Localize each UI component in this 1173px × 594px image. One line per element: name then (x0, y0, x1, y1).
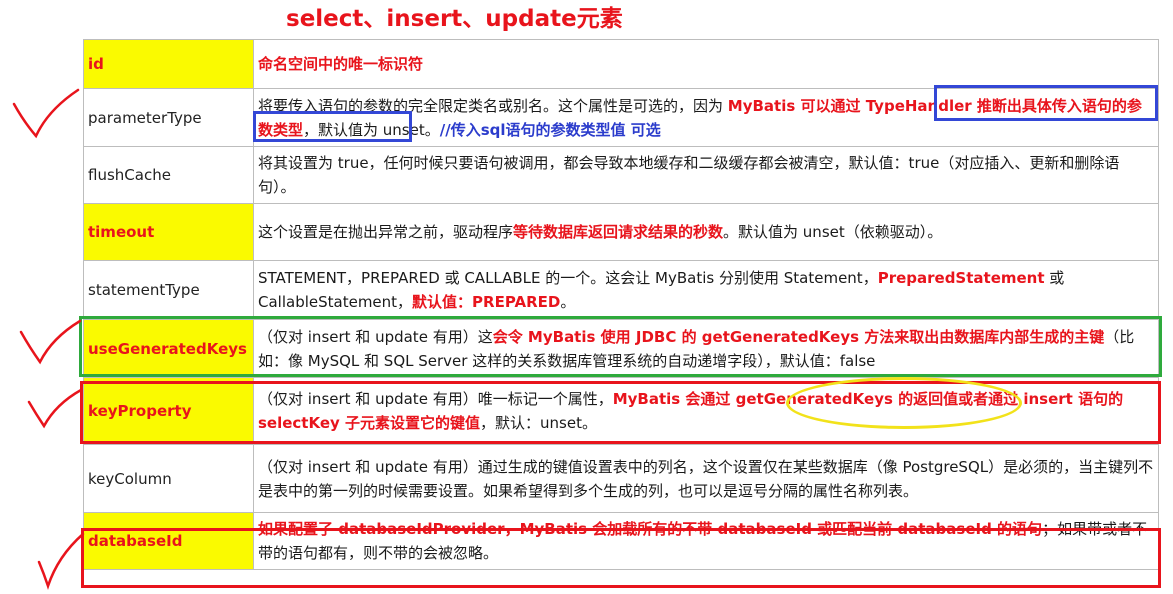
table-row: useGeneratedKeys （仅对 insert 和 update 有用）这… (83, 319, 1159, 378)
checkmark-icon (12, 88, 80, 139)
attribute-table: id 命名空间中的唯一标识符 parameterType 将要传入语句的参数的完全限定… (83, 39, 1159, 570)
attribute-name: id (83, 39, 254, 89)
attribute-name: parameterType (83, 88, 254, 147)
attribute-name: timeout (83, 203, 254, 261)
description-segment: ，默认：unset。 (480, 414, 597, 432)
checkmark-icon (37, 532, 85, 590)
table-row: flushCache 将其设置为 true，任何时候只要语句被调用，都会导致本地缓… (83, 146, 1159, 204)
attribute-name: keyProperty (83, 377, 254, 445)
page-title: select、insert、update元素 (286, 6, 623, 32)
table-row: id 命名空间中的唯一标识符 (83, 39, 1159, 89)
description-segment: （仅对 insert 和 update 有用）这 (258, 327, 493, 346)
description-segment: PreparedStatement (877, 269, 1045, 287)
table-row: keyProperty （仅对 insert 和 update 有用）唯一标记一个… (83, 377, 1159, 445)
description-segment: //传入sql语句的参数类型值 可选 (439, 120, 661, 139)
attribute-description: 将要传入语句的参数的完全限定类名或别名。这个属性是可选的，因为 MyBatis … (253, 88, 1159, 147)
description-segment: （仅对 insert 和 update 有用）唯一标记一个属性， (258, 390, 613, 408)
description-segment: （仅对 insert 和 update 有用）通过生成的键值设置表中的列名，这个… (258, 457, 1154, 500)
description-segment: 。默认值为 unset（依赖驱动）。 (723, 223, 943, 241)
description-segment: 将要传入语句的参数的完全限定类名或别名。这个属性是可选的，因为 (258, 96, 728, 115)
attribute-description: 将其设置为 true，任何时候只要语句被调用，都会导致本地缓存和二级缓存都会被清… (253, 146, 1159, 204)
attribute-description: （仅对 insert 和 update 有用）通过生成的键值设置表中的列名，这个… (253, 444, 1159, 513)
attribute-name: useGeneratedKeys (83, 319, 254, 378)
attribute-description: 如果配置了 databaseIdProvider，MyBatis 会加载所有的不… (253, 512, 1159, 570)
description-segment: 命名空间中的唯一标识符 (258, 55, 424, 73)
attribute-description: 命名空间中的唯一标识符 (253, 39, 1159, 89)
description-segment: 默认值：PREPARED (412, 293, 561, 311)
attribute-name: keyColumn (83, 444, 254, 513)
attribute-name: statementType (83, 260, 254, 320)
description-segment: 如果配置了 databaseIdProvider，MyBatis 会加载所有的不… (258, 520, 1043, 538)
description-segment: 。 (560, 293, 576, 311)
attribute-description: （仅对 insert 和 update 有用）这会令 MyBatis 使用 JD… (253, 319, 1159, 378)
attribute-description: 这个设置是在抛出异常之前，驱动程序等待数据库返回请求结果的秒数。默认值为 uns… (253, 203, 1159, 261)
table-row: databaseId 如果配置了 databaseIdProvider，MyBat… (83, 512, 1159, 570)
attribute-name: databaseId (83, 512, 254, 570)
attribute-table-body: id 命名空间中的唯一标识符 parameterType 将要传入语句的参数的完全限定… (83, 39, 1159, 570)
table-row: timeout 这个设置是在抛出异常之前，驱动程序等待数据库返回请求结果的秒数。默… (83, 203, 1159, 261)
attribute-description: （仅对 insert 和 update 有用）唯一标记一个属性，MyBatis … (253, 377, 1159, 445)
description-segment: 会令 MyBatis 使用 JDBC 的 getGeneratedKeys 方法… (492, 327, 1105, 346)
table-row: keyColumn （仅对 insert 和 update 有用）通过生成的键值设… (83, 444, 1159, 513)
checkmark-icon (27, 388, 83, 429)
description-segment: 等待数据库返回请求结果的秒数 (513, 223, 724, 241)
attribute-name: flushCache (83, 146, 254, 204)
description-segment: STATEMENT，PREPARED 或 CALLABLE 的一个。这会让 My… (258, 269, 878, 287)
description-segment: ，默认值为 unset。 (303, 120, 440, 139)
table-row: parameterType 将要传入语句的参数的完全限定类名或别名。这个属性是可选… (83, 88, 1159, 147)
description-segment: 将其设置为 true，任何时候只要语句被调用，都会导致本地缓存和二级缓存都会被清… (258, 154, 1120, 196)
attribute-description: STATEMENT，PREPARED 或 CALLABLE 的一个。这会让 My… (253, 260, 1159, 320)
checkmark-icon (19, 319, 82, 365)
description-segment: 这个设置是在抛出异常之前，驱动程序 (258, 223, 514, 241)
table-row: statementType STATEMENT，PREPARED 或 CALLAB… (83, 260, 1159, 320)
